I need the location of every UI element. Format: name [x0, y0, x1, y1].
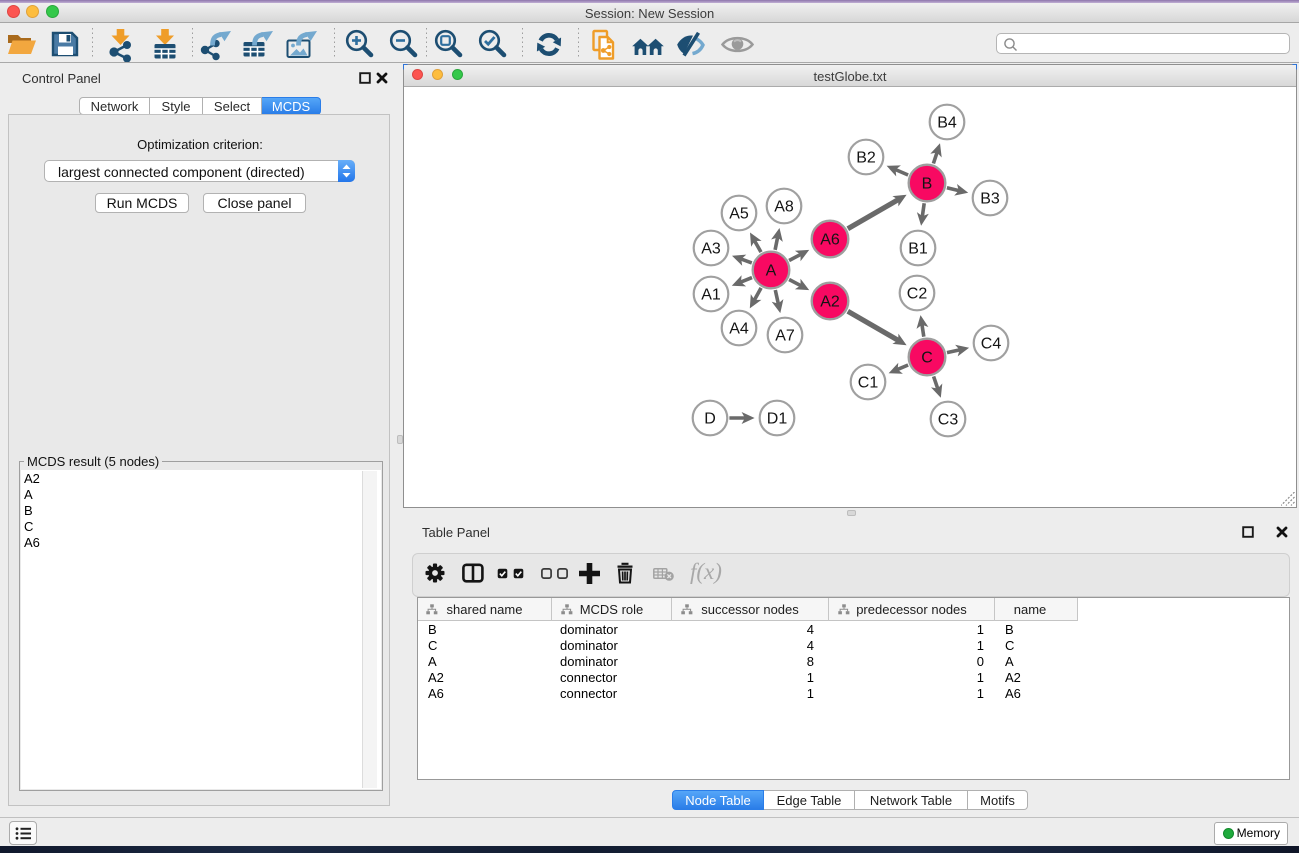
svg-text:C: C	[921, 350, 933, 367]
svg-text:D1: D1	[767, 411, 788, 428]
svg-text:A5: A5	[729, 206, 749, 223]
svg-text:B3: B3	[980, 191, 1000, 208]
svg-text:A6: A6	[820, 232, 840, 249]
svg-text:A7: A7	[775, 328, 795, 345]
svg-text:A4: A4	[729, 321, 749, 338]
svg-text:D: D	[704, 411, 716, 428]
svg-text:B1: B1	[908, 241, 928, 258]
svg-text:A8: A8	[774, 199, 794, 216]
svg-text:B2: B2	[856, 150, 876, 167]
svg-text:A: A	[766, 263, 777, 280]
svg-text:A2: A2	[820, 294, 840, 311]
svg-text:C1: C1	[858, 375, 879, 392]
svg-text:C3: C3	[938, 412, 959, 429]
svg-text:C2: C2	[907, 286, 928, 303]
svg-text:C4: C4	[981, 336, 1002, 353]
svg-text:A3: A3	[701, 241, 721, 258]
svg-text:B4: B4	[937, 115, 957, 132]
svg-text:A1: A1	[701, 287, 721, 304]
svg-text:B: B	[922, 176, 933, 193]
